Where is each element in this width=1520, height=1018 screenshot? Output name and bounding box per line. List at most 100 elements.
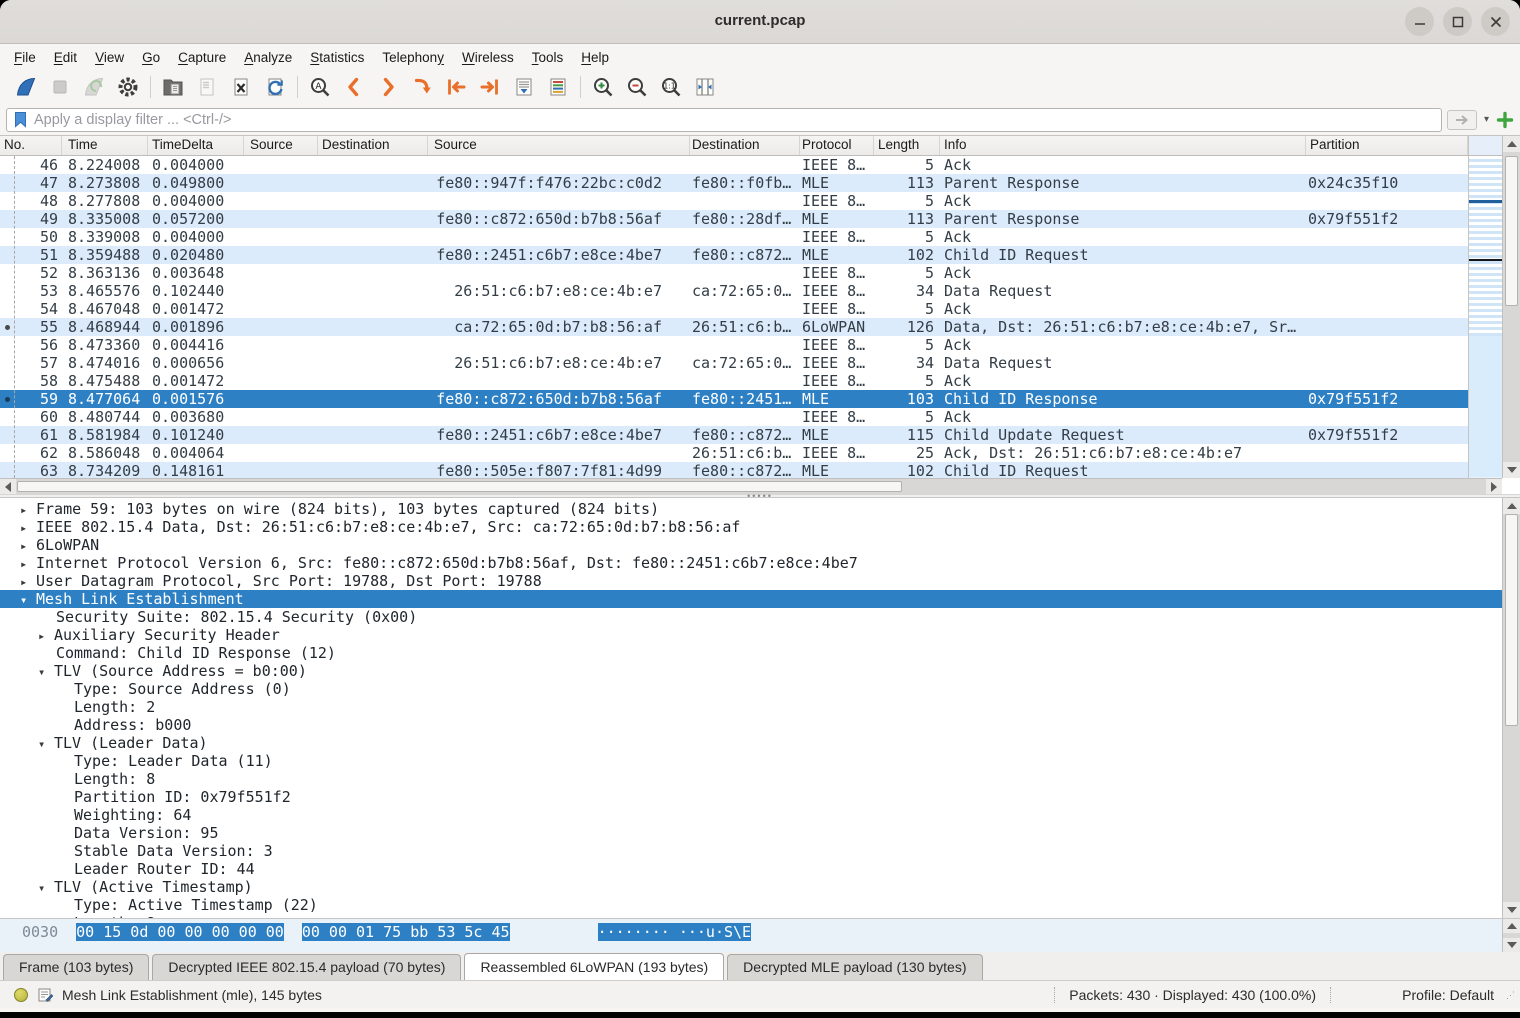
collapsed-arrow-icon[interactable]: ▸ [20, 519, 36, 536]
detail-line[interactable]: ▾TLV (Source Address = b0:00) [0, 662, 1502, 680]
packet-row-52[interactable]: 528.3631360.003648IEEE 8…5Ack [0, 264, 1468, 282]
packet-list-vscrollbar[interactable] [1502, 136, 1520, 478]
menu-edit[interactable]: Edit [45, 47, 86, 68]
add-filter-button-plus-icon[interactable] [1496, 111, 1514, 129]
detail-line[interactable]: ▾TLV (Leader Data) [0, 734, 1502, 752]
details-vscrollbar[interactable] [1502, 498, 1520, 918]
collapsed-arrow-icon[interactable]: ▸ [20, 501, 36, 518]
scroll-up-arrow[interactable] [1503, 136, 1520, 152]
apply-filter-button[interactable] [1447, 110, 1477, 130]
zoom-original-button[interactable]: 1:1 [655, 72, 687, 102]
detail-line[interactable]: ▾Mesh Link Establishment [0, 590, 1502, 608]
minimize-button[interactable] [1405, 7, 1434, 36]
column-header-no[interactable]: No. [0, 136, 62, 155]
packet-row-53[interactable]: 538.4655760.10244026:51:c6:b7:e8:ce:4b:e… [0, 282, 1468, 300]
menu-statistics[interactable]: Statistics [301, 47, 373, 68]
column-header-destination[interactable]: Destination [318, 136, 428, 155]
detail-line[interactable]: Type: Source Address (0) [0, 680, 1502, 698]
hex-row[interactable]: 003000 15 0d 00 00 00 00 0000 00 01 75 b… [0, 923, 1500, 941]
scroll-down-arrow[interactable] [1503, 462, 1520, 478]
column-header-source[interactable]: Source [244, 136, 318, 155]
packet-row-46[interactable]: 468.2240080.004000IEEE 8…5Ack [0, 156, 1468, 174]
detail-line[interactable]: Weighting: 64 [0, 806, 1502, 824]
close-file-button[interactable] [225, 72, 257, 102]
scroll-right-arrow[interactable] [1486, 479, 1502, 494]
intelligent-scrollbar-minimap[interactable] [1468, 156, 1502, 478]
packet-row-57[interactable]: 578.4740160.00065626:51:c6:b7:e8:ce:4b:e… [0, 354, 1468, 372]
packet-row-50[interactable]: 508.3390080.004000IEEE 8…5Ack [0, 228, 1468, 246]
packet-row-51[interactable]: 518.3594880.020480fe80::2451:c6b7:e8ce:4… [0, 246, 1468, 264]
reload-file-button[interactable] [259, 72, 291, 102]
resize-columns-button[interactable] [689, 72, 721, 102]
packet-row-62[interactable]: 628.5860480.00406426:51:c6:b…IEEE 8…25Ac… [0, 444, 1468, 462]
scroll-thumb[interactable] [1505, 514, 1518, 726]
menu-wireless[interactable]: Wireless [453, 47, 523, 68]
packet-row-55[interactable]: 558.4689440.001896ca:72:65:0d:b7:b8:56:a… [0, 318, 1468, 336]
auto-scroll-button[interactable] [508, 72, 540, 102]
detail-line[interactable]: Data Version: 95 [0, 824, 1502, 842]
expanded-arrow-icon[interactable]: ▾ [20, 591, 36, 608]
detail-line[interactable]: Partition ID: 0x79f551f2 [0, 788, 1502, 806]
packet-row-47[interactable]: 478.2738080.049800fe80::947f:f476:22bc:c… [0, 174, 1468, 192]
detail-line[interactable]: Length: 2 [0, 698, 1502, 716]
collapsed-arrow-icon[interactable]: ▸ [20, 555, 36, 572]
menu-tools[interactable]: Tools [523, 47, 573, 68]
go-to-packet-button[interactable] [406, 72, 438, 102]
hex-vscrollbar[interactable] [1502, 919, 1520, 952]
menu-analyze[interactable]: Analyze [235, 47, 301, 68]
zoom-in-button[interactable] [587, 72, 619, 102]
scroll-down-arrow[interactable] [1503, 938, 1520, 952]
zoom-out-button[interactable] [621, 72, 653, 102]
collapsed-arrow-icon[interactable]: ▸ [20, 573, 36, 590]
byte-view-tab[interactable]: Frame (103 bytes) [3, 954, 149, 980]
packet-row-56[interactable]: 568.4733600.004416IEEE 8…5Ack [0, 336, 1468, 354]
expanded-arrow-icon[interactable]: ▾ [38, 735, 54, 752]
column-header-time[interactable]: Time [62, 136, 148, 155]
expanded-arrow-icon[interactable]: ▾ [38, 879, 54, 896]
column-header-destination[interactable]: Destination [690, 136, 800, 155]
go-last-button[interactable] [474, 72, 506, 102]
save-file-button[interactable] [191, 72, 223, 102]
menu-help[interactable]: Help [572, 47, 618, 68]
menu-view[interactable]: View [86, 47, 133, 68]
packet-row-60[interactable]: 608.4807440.003680IEEE 8…5Ack [0, 408, 1468, 426]
find-packet-button[interactable]: A [304, 72, 336, 102]
detail-line[interactable]: Stable Data Version: 3 [0, 842, 1502, 860]
byte-view-tab[interactable]: Decrypted MLE payload (130 bytes) [727, 954, 982, 980]
packet-row-49[interactable]: 498.3350080.057200fe80::c872:650d:b7b8:5… [0, 210, 1468, 228]
column-header-protocol[interactable]: Protocol [800, 136, 874, 155]
packet-row-48[interactable]: 488.2778080.004000IEEE 8…5Ack [0, 192, 1468, 210]
status-profile[interactable]: Profile: Default ⋰ [1345, 987, 1520, 1003]
scroll-down-arrow[interactable] [1503, 902, 1520, 918]
expert-info-icon[interactable] [14, 988, 28, 1002]
menu-go[interactable]: Go [133, 47, 169, 68]
menu-file[interactable]: File [5, 47, 45, 68]
byte-view-tab[interactable]: Reassembled 6LoWPAN (193 bytes) [464, 953, 724, 980]
scroll-up-arrow[interactable] [1503, 919, 1520, 933]
detail-line[interactable]: Security Suite: 802.15.4 Security (0x00) [0, 608, 1502, 626]
open-file-button[interactable] [157, 72, 189, 102]
detail-line[interactable]: Type: Leader Data (11) [0, 752, 1502, 770]
display-filter-input[interactable]: Apply a display filter ... <Ctrl-/> [6, 108, 1442, 132]
detail-line[interactable]: Length: 8 [0, 770, 1502, 788]
menu-capture[interactable]: Capture [169, 47, 235, 68]
packet-row-61[interactable]: 618.5819840.101240fe80::2451:c6b7:e8ce:4… [0, 426, 1468, 444]
collapsed-arrow-icon[interactable]: ▸ [38, 627, 54, 644]
close-button[interactable] [1481, 7, 1510, 36]
filter-dropdown-caret[interactable]: ▾ [1482, 114, 1491, 125]
capture-options-button[interactable] [112, 72, 144, 102]
detail-line[interactable]: Type: Active Timestamp (22) [0, 896, 1502, 914]
detail-line[interactable]: Leader Router ID: 44 [0, 860, 1502, 878]
scroll-thumb[interactable] [1505, 156, 1518, 306]
detail-line[interactable]: Address: b000 [0, 716, 1502, 734]
colorize-button[interactable] [542, 72, 574, 102]
detail-line[interactable]: Command: Child ID Response (12) [0, 644, 1502, 662]
column-header-partition[interactable]: Partition [1306, 136, 1468, 155]
go-first-button[interactable] [440, 72, 472, 102]
column-header-info[interactable]: Info [940, 136, 1306, 155]
detail-line[interactable]: ▸6LoWPAN [0, 536, 1502, 554]
packet-row-63[interactable]: 638.7342090.148161fe80::505e:f807:7f81:4… [0, 462, 1468, 478]
detail-line[interactable]: ▸User Datagram Protocol, Src Port: 19788… [0, 572, 1502, 590]
maximize-button[interactable] [1443, 7, 1472, 36]
column-header-timedelta[interactable]: TimeDelta [148, 136, 244, 155]
